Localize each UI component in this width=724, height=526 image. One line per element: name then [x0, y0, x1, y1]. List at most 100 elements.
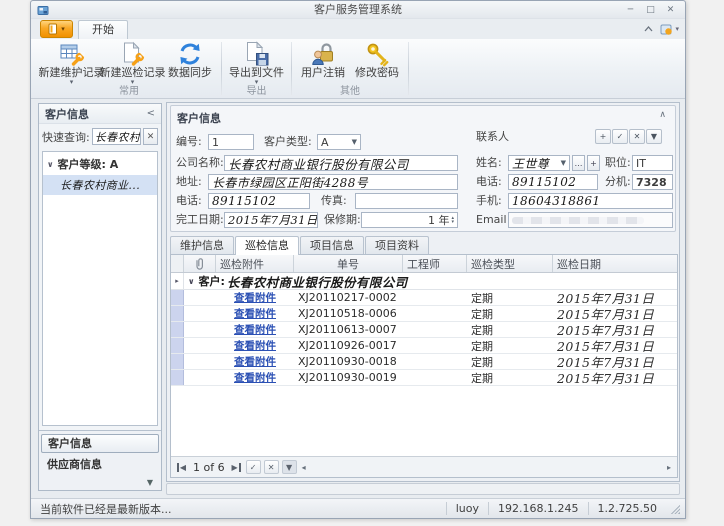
view-attachment-link[interactable]: 查看附件 — [234, 370, 276, 385]
ribbon-group-other: 用户注销 修改密码 其他 — [293, 39, 407, 98]
nav-first-button[interactable]: ◀ — [175, 460, 188, 474]
table-row[interactable]: 查看附件 XJ20110926-0017 定期 2015年7月31日 — [171, 338, 677, 354]
tab-maintenance-info[interactable]: 维护信息 — [170, 236, 234, 254]
status-ip: 192.168.1.245 — [488, 502, 587, 515]
tab-project-info[interactable]: 项目信息 — [300, 236, 364, 254]
nav-end-edit-button[interactable]: ✓ — [246, 460, 261, 474]
nav-last-button[interactable]: ▶ — [230, 460, 243, 474]
contact-name-combo[interactable]: 王世尊▼ — [508, 155, 570, 171]
export-to-file-icon — [244, 41, 270, 67]
table-row[interactable]: 查看附件 XJ20110930-0018 定期 2015年7月31日 — [171, 354, 677, 370]
user-logout-button[interactable]: 用户注销 — [296, 40, 350, 79]
minimize-button[interactable]: ─ — [623, 4, 638, 16]
no-label: 编号: — [176, 134, 202, 150]
status-user: luoy — [446, 502, 488, 515]
ribbon-group-separator — [408, 42, 409, 95]
contact-name-label: 姓名: — [476, 155, 502, 171]
contact-plus-button[interactable]: + — [587, 155, 600, 171]
fax-label: 传真: — [321, 193, 347, 209]
spinner-arrows-icon[interactable]: ▴▾ — [451, 216, 454, 225]
company-field[interactable]: 长春农村商业银行股份有限公司 — [224, 155, 458, 171]
inspection-grid: 巡检附件 单号 工程师 巡检类型 巡检日期 ▸ ∨ 客户: 长春农村商业银行股份… — [170, 254, 678, 478]
view-attachment-link[interactable]: 查看附件 — [234, 290, 276, 305]
resize-grip[interactable] — [669, 503, 680, 514]
phone-label: 电话: — [176, 193, 202, 209]
app-icon — [37, 4, 49, 16]
chevron-down-icon[interactable]: ▼ — [147, 478, 153, 487]
contact-phone-field[interactable]: 89115102 — [508, 174, 598, 190]
tree-group-level-a[interactable]: ∨ 客户等级: A — [43, 152, 157, 174]
nav-cancel-edit-button[interactable]: ✕ — [264, 460, 279, 474]
table-row[interactable]: 查看附件 XJ20110930-0019 定期 2015年7月31日 — [171, 370, 677, 386]
table-row[interactable]: 查看附件 XJ20110217-0002 定期 2015年7月31日 — [171, 290, 677, 306]
mobile-field[interactable]: 18604318861 — [508, 193, 673, 209]
horizontal-scrollbar[interactable]: ◂ ▸ — [300, 457, 673, 477]
clear-search-button[interactable]: ✕ — [143, 128, 158, 145]
nav-filter-button[interactable]: ▼ — [282, 460, 297, 474]
data-sync-button[interactable]: 数据同步 — [163, 40, 217, 79]
attachment-column-icon[interactable] — [184, 255, 216, 272]
position-field[interactable]: IT — [632, 155, 673, 171]
email-field[interactable] — [508, 212, 673, 228]
address-field[interactable]: 长春市绿园区正阳街4288号 — [208, 174, 458, 190]
tree-item-customer[interactable]: 长春农村商业... — [43, 175, 157, 195]
ribbon-group-separator — [291, 42, 292, 95]
chevron-down-icon: ▾ — [675, 25, 679, 33]
chevron-expanded-icon[interactable]: ∨ — [188, 277, 195, 286]
contact-list-button[interactable]: ▼ — [646, 129, 662, 144]
ribbon-collapse-button[interactable] — [644, 26, 653, 32]
scroll-right-icon[interactable]: ▸ — [665, 463, 673, 472]
export-to-file-button[interactable]: 导出到文件 ▾ — [226, 40, 287, 86]
scroll-left-icon[interactable]: ◂ — [300, 463, 308, 472]
contact-more-button[interactable]: … — [572, 155, 585, 171]
confirm-contact-button[interactable]: ✓ — [612, 129, 628, 144]
finish-date-combo[interactable]: 2015年7月31日▼ — [224, 212, 318, 228]
sidebar-item-customer-info[interactable]: 客户信息 — [41, 434, 159, 453]
tab-inspection-info[interactable]: 巡检信息 — [235, 236, 299, 255]
collapse-up-icon[interactable]: ∧ — [659, 110, 666, 120]
close-button[interactable]: ✕ — [663, 4, 678, 16]
maximize-button[interactable]: □ — [643, 4, 658, 16]
skin-selector-button[interactable]: ▾ — [660, 23, 679, 36]
customer-type-combo[interactable]: A▼ — [317, 134, 361, 150]
quick-search-input[interactable]: 长春农村 — [92, 128, 141, 145]
quick-search-label: 快速查询: — [42, 129, 90, 145]
new-inspection-record-button[interactable]: 新建巡检记录 ▾ — [102, 40, 163, 86]
new-inspection-record-icon — [120, 41, 146, 67]
warranty-spinner[interactable]: 1 年▴▾ — [361, 212, 458, 228]
paperclip-icon — [194, 257, 205, 271]
status-message: 当前软件已经是最新版本... — [36, 501, 172, 517]
column-header-type[interactable]: 巡检类型 — [467, 255, 553, 272]
grid-group-row[interactable]: ▸ ∨ 客户: 长春农村商业银行股份有限公司 — [171, 273, 677, 290]
column-header-date[interactable]: 巡检日期 — [553, 255, 677, 272]
delete-contact-button[interactable]: ✕ — [629, 129, 645, 144]
phone-field[interactable]: 89115102 — [208, 193, 310, 209]
table-row[interactable]: 查看附件 XJ20110518-0006 定期 2015年7月31日 — [171, 306, 677, 322]
column-header-attachment[interactable]: 巡检附件 — [216, 255, 294, 272]
bottom-collapsed-panel — [166, 483, 680, 495]
view-attachment-link[interactable]: 查看附件 — [234, 354, 276, 369]
contact-section-label: 联系人 — [476, 129, 509, 145]
extension-field[interactable]: 7328 — [632, 174, 673, 190]
mobile-label: 手机: — [476, 193, 502, 209]
view-attachment-link[interactable]: 查看附件 — [234, 306, 276, 321]
no-field[interactable]: 1 — [208, 134, 254, 150]
column-header-order-no[interactable]: 单号 — [294, 255, 403, 272]
view-attachment-link[interactable]: 查看附件 — [234, 322, 276, 337]
view-attachment-link[interactable]: 查看附件 — [234, 338, 276, 353]
sidebar-item-supplier-info[interactable]: 供应商信息 — [41, 456, 159, 475]
email-redacted — [512, 217, 644, 224]
company-label: 公司名称: — [176, 155, 224, 171]
fax-field[interactable] — [355, 193, 458, 209]
app-window: 客户服务管理系统 ─ □ ✕ ▾ 开始 ▾ — [30, 0, 686, 519]
column-header-engineer[interactable]: 工程师 — [403, 255, 467, 272]
collapse-left-icon[interactable]: < — [147, 108, 155, 119]
add-contact-button[interactable]: + — [595, 129, 611, 144]
application-menu-button[interactable]: ▾ — [40, 20, 73, 38]
change-password-button[interactable]: 修改密码 — [350, 40, 404, 79]
tab-start[interactable]: 开始 — [78, 20, 128, 39]
tab-project-docs[interactable]: 项目资料 — [365, 236, 429, 254]
new-maintenance-record-button[interactable]: 新建维护记录 ▾ — [41, 40, 102, 86]
ribbon: 新建维护记录 ▾ 新建巡检记录 ▾ 数据同步 常用 — [31, 39, 685, 99]
table-row[interactable]: 查看附件 XJ20110613-0007 定期 2015年7月31日 — [171, 322, 677, 338]
